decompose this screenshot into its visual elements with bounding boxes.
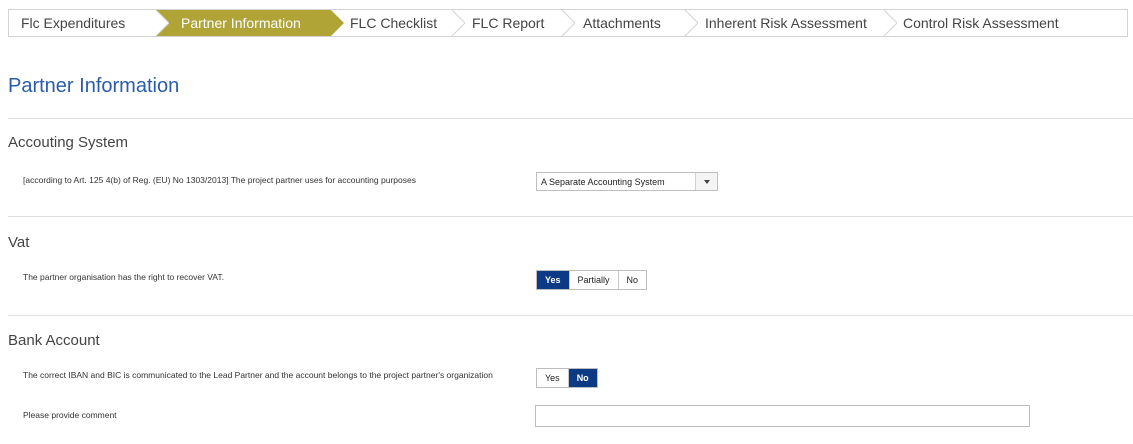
wizard-step-attachments[interactable]: Attachments — [562, 10, 685, 36]
vat-partially-option[interactable]: Partially — [570, 271, 619, 289]
wizard-step-control-risk[interactable]: Control Risk Assessment — [884, 10, 1127, 36]
wizard-step-label: FLC Report — [472, 15, 545, 31]
divider — [8, 216, 1133, 217]
chevron-right-icon — [451, 10, 465, 36]
vat-yes-option[interactable]: Yes — [537, 271, 570, 289]
wizard-step-label: Flc Expenditures — [21, 15, 126, 31]
wizard-step-flc-checklist[interactable]: FLC Checklist — [331, 10, 452, 36]
vat-toggle-group: Yes Partially No — [536, 270, 648, 290]
wizard-step-inherent-risk[interactable]: Inherent Risk Assessment — [685, 10, 884, 36]
wizard-step-label: Inherent Risk Assessment — [705, 15, 867, 31]
section-title-accounting: Accouting System — [8, 134, 129, 151]
divider — [8, 315, 1133, 316]
chevron-right-icon — [684, 10, 698, 36]
wizard-step-label: Control Risk Assessment — [903, 15, 1059, 31]
section-title-vat: Vat — [8, 234, 30, 251]
accounting-question-label: [according to Art. 125 4(b) of Reg. (EU)… — [23, 175, 416, 185]
chevron-right-icon — [330, 10, 344, 36]
bank-question-label: The correct IBAN and BIC is communicated… — [23, 370, 493, 380]
wizard-breadcrumb: Flc Expenditures Partner Information FLC… — [8, 9, 1128, 37]
caret-down-icon — [704, 180, 710, 184]
bank-toggle-group: Yes No — [536, 368, 598, 388]
comment-input[interactable] — [535, 405, 1030, 427]
wizard-step-label: FLC Checklist — [350, 15, 438, 31]
dropdown-toggle[interactable] — [695, 173, 717, 190]
chevron-right-icon — [561, 10, 575, 36]
divider — [8, 118, 1133, 119]
vat-question-label: The partner organisation has the right t… — [23, 272, 224, 282]
section-title-bank-account: Bank Account — [8, 332, 100, 349]
bank-no-option[interactable]: No — [568, 369, 597, 387]
chevron-right-icon — [883, 10, 897, 36]
bank-yes-option[interactable]: Yes — [537, 369, 569, 387]
wizard-step-label: Attachments — [583, 15, 661, 31]
comment-label: Please provide comment — [23, 410, 117, 420]
wizard-step-label: Partner Information — [181, 15, 301, 31]
vat-no-option[interactable]: No — [619, 271, 647, 289]
accounting-system-select[interactable]: A Separate Accounting System — [536, 172, 718, 191]
wizard-step-flc-expenditures[interactable]: Flc Expenditures — [9, 10, 156, 36]
wizard-step-partner-information[interactable]: Partner Information — [156, 10, 331, 36]
chevron-right-icon — [155, 10, 169, 36]
wizard-step-flc-report[interactable]: FLC Report — [452, 10, 562, 36]
page-title: Partner Information — [8, 75, 180, 97]
accounting-system-value: A Separate Accounting System — [541, 177, 665, 187]
